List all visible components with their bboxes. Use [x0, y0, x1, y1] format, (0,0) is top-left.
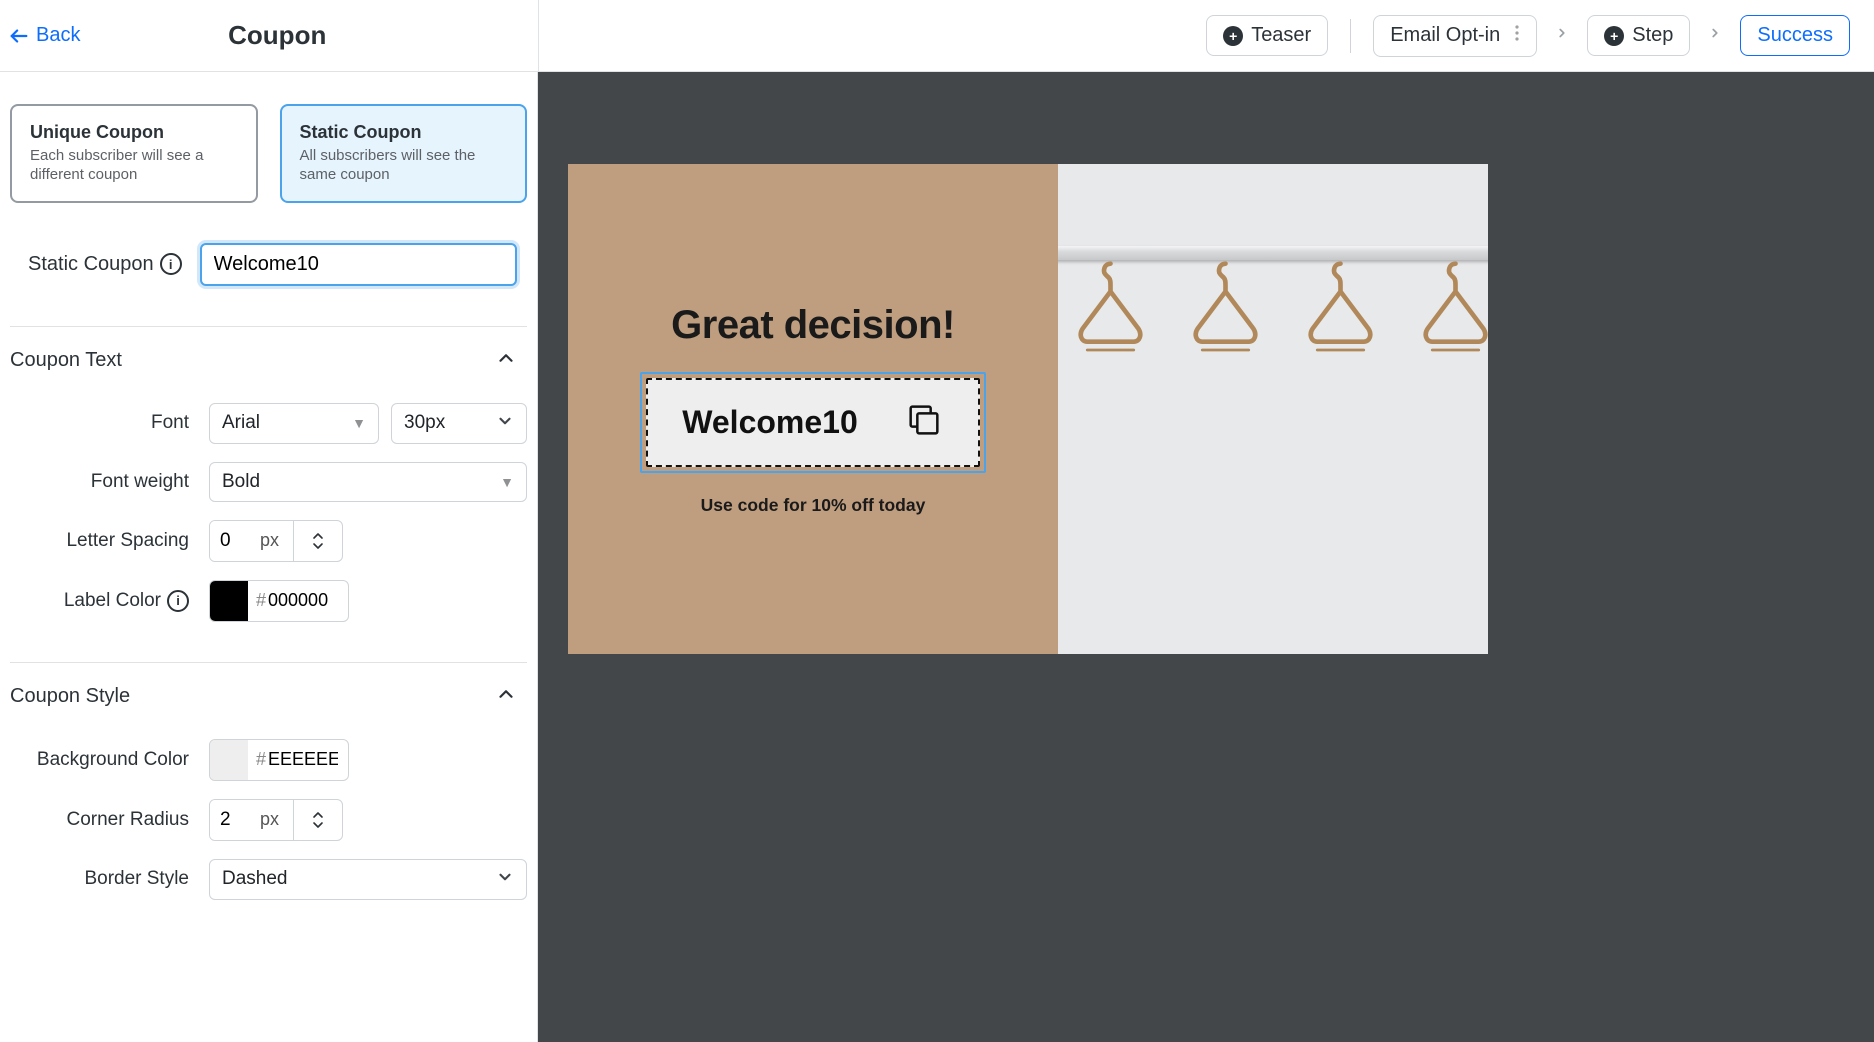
hanger-icon — [1308, 194, 1373, 454]
chevron-up-icon — [310, 531, 326, 541]
font-family-select[interactable]: Arial ▼ — [209, 403, 379, 444]
chevron-down-icon — [310, 820, 326, 830]
hanger-icon — [1193, 194, 1258, 454]
back-label: Back — [36, 24, 80, 47]
info-icon[interactable]: i — [160, 253, 182, 275]
modal-panel: Great decision! Welcome10 Use code for 1… — [568, 164, 1058, 654]
hex-input[interactable] — [266, 740, 338, 780]
unit-label: px — [260, 521, 293, 561]
preview-modal[interactable]: Great decision! Welcome10 Use code for 1… — [568, 164, 1488, 654]
chevron-down-icon: ▼ — [500, 474, 514, 490]
letter-spacing-input[interactable] — [210, 521, 260, 561]
card-title: Unique Coupon — [30, 122, 238, 143]
chevron-down-icon — [310, 541, 326, 551]
page-title: Coupon — [80, 20, 474, 51]
unit-label: px — [260, 800, 293, 840]
static-coupon-label: Static Coupon i — [28, 253, 182, 276]
copy-icon[interactable] — [904, 400, 944, 445]
corner-radius-input[interactable] — [210, 800, 260, 840]
plus-icon: + — [1223, 26, 1243, 46]
color-swatch[interactable] — [210, 581, 248, 621]
font-label: Font — [10, 412, 189, 434]
canvas: Great decision! Welcome10 Use code for 1… — [538, 72, 1874, 1042]
hanger-icon — [1078, 194, 1143, 454]
section-coupon-text[interactable]: Coupon Text — [10, 347, 527, 375]
bg-color-input[interactable]: # — [209, 739, 349, 781]
step-add[interactable]: + Step — [1587, 15, 1690, 56]
modal-image — [1058, 164, 1488, 654]
chevron-right-icon — [1555, 23, 1569, 48]
label-color-input[interactable]: # — [209, 580, 349, 622]
step-teaser-label: Teaser — [1251, 24, 1311, 47]
info-icon[interactable]: i — [167, 590, 189, 612]
section-title: Coupon Text — [10, 349, 122, 372]
chevron-up-icon — [495, 683, 517, 711]
menu-dots-icon[interactable] — [1514, 24, 1520, 48]
coupon-type-static[interactable]: Static Coupon All subscribers will see t… — [280, 104, 528, 203]
border-style-label: Border Style — [10, 868, 189, 890]
modal-subtext: Use code for 10% off today — [701, 495, 926, 516]
font-size-select[interactable]: 30px — [391, 403, 527, 444]
arrow-left-icon — [8, 25, 30, 47]
chevron-down-icon — [496, 412, 514, 435]
border-style-select[interactable]: Dashed — [209, 859, 527, 900]
modal-headline: Great decision! — [671, 303, 955, 348]
plus-icon: + — [1604, 26, 1624, 46]
letter-spacing-label: Letter Spacing — [10, 530, 189, 552]
letter-spacing-stepper[interactable]: px — [209, 520, 343, 562]
stepper-buttons[interactable] — [293, 521, 342, 561]
coupon-box-selected[interactable]: Welcome10 — [640, 372, 986, 473]
color-swatch[interactable] — [210, 740, 248, 780]
corner-radius-stepper[interactable]: px — [209, 799, 343, 841]
chevron-down-icon: ▼ — [352, 415, 366, 431]
card-desc: All subscribers will see the same coupon — [300, 147, 508, 185]
chevron-up-icon — [310, 810, 326, 820]
coupon-box: Welcome10 — [646, 378, 980, 467]
chevron-down-icon — [496, 868, 514, 891]
bg-color-label: Background Color — [10, 749, 189, 771]
font-weight-label: Font weight — [10, 471, 189, 493]
card-title: Static Coupon — [300, 122, 508, 143]
step-success-label: Success — [1757, 24, 1833, 47]
section-coupon-style[interactable]: Coupon Style — [10, 683, 527, 711]
chevron-up-icon — [495, 347, 517, 375]
step-email-optin[interactable]: Email Opt-in — [1373, 15, 1537, 57]
hanger-icon — [1423, 194, 1488, 454]
hash-label: # — [248, 740, 266, 780]
coupon-code: Welcome10 — [682, 404, 858, 441]
section-title: Coupon Style — [10, 685, 130, 708]
step-add-label: Step — [1632, 24, 1673, 47]
chevron-right-icon — [1708, 23, 1722, 48]
step-teaser[interactable]: + Teaser — [1206, 15, 1328, 56]
stepper-buttons[interactable] — [293, 800, 342, 840]
step-email-label: Email Opt-in — [1390, 24, 1500, 47]
label-color-label: Label Color i — [10, 590, 189, 612]
card-desc: Each subscriber will see a different cou… — [30, 147, 238, 185]
coupon-type-unique[interactable]: Unique Coupon Each subscriber will see a… — [10, 104, 258, 203]
corner-radius-label: Corner Radius — [10, 809, 189, 831]
step-success[interactable]: Success — [1740, 15, 1850, 56]
static-coupon-input[interactable] — [200, 243, 517, 286]
back-button[interactable]: Back — [8, 24, 80, 47]
hex-input[interactable] — [266, 581, 338, 621]
separator — [1350, 19, 1351, 53]
hash-label: # — [248, 581, 266, 621]
font-weight-select[interactable]: Bold ▼ — [209, 462, 527, 502]
